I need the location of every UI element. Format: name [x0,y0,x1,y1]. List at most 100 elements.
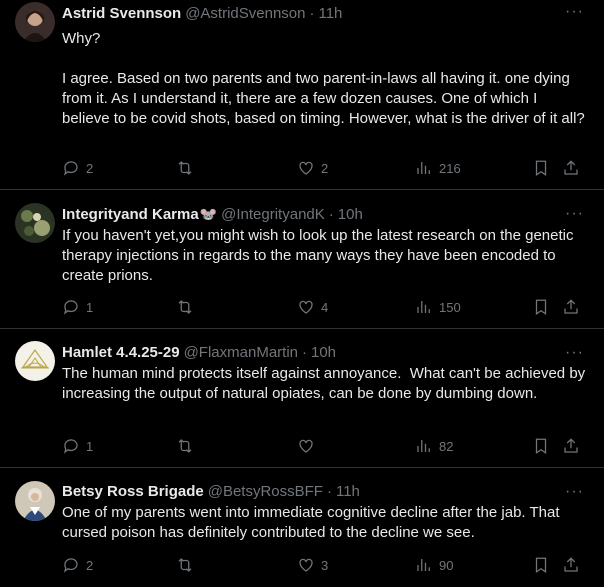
tweet[interactable]: ··· Integrityand Karma 🐭 @IntegrityandK … [0,190,604,329]
separator: · [328,206,334,223]
share-icon [564,438,578,453]
views-count: 90 [439,557,454,573]
retweet-icon [178,439,192,453]
tweet-header: Betsy Ross Brigade @BetsyRossBFF · 11h [62,468,588,502]
reply-feed: ··· Astrid Svennson @AstridSvennson · 11… [0,0,604,587]
timestamp[interactable]: 11h [318,4,342,24]
reply-count: 1 [86,438,94,454]
tweet-header: Integrityand Karma 🐭 @IntegrityandK · 10… [62,190,588,225]
avatar[interactable] [15,341,55,381]
tweet[interactable]: ··· Betsy Ross Brigade @BetsyRossBFF · 1… [0,468,604,587]
retweet-button[interactable] [176,437,194,455]
like-icon [299,439,313,453]
reply-count: 2 [86,557,94,573]
share-button[interactable] [562,159,580,177]
more-icon[interactable]: ··· [565,484,584,500]
user-handle[interactable]: @BetsyRossBFF [208,482,323,502]
share-button[interactable] [562,437,580,455]
bookmark-icon [535,160,547,176]
more-icon[interactable]: ··· [565,345,584,361]
separator: · [302,344,307,361]
retweet-icon [178,558,192,572]
like-icon [299,161,313,175]
views-icon [417,301,430,313]
display-name[interactable]: Integrityand Karma [62,205,199,225]
retweet-button[interactable] [176,159,194,177]
separator: · [326,483,332,500]
reply-icon [63,300,78,315]
reply-button[interactable]: 1 [62,298,93,316]
reply-icon [63,558,78,573]
like-button[interactable] [297,437,321,455]
display-name[interactable]: Astrid Svennson [62,4,181,24]
reply-count: 2 [86,160,94,176]
separator: · [309,5,315,22]
tweet[interactable]: ··· Hamlet 4.4.25-29 @FlaxmanMartin · 10… [0,329,604,468]
timestamp[interactable]: 10h [311,343,336,363]
like-icon [299,558,313,572]
retweet-button[interactable] [176,298,194,316]
bookmark-icon [535,438,547,454]
tweet-text: Why? I agree. Based on two parents and t… [62,30,585,127]
reply-button[interactable]: 2 [62,159,93,177]
reply-count: 1 [86,299,94,315]
retweet-button[interactable] [176,556,194,574]
retweet-icon [178,300,192,314]
views-button[interactable]: 216 [415,159,461,177]
bookmark-button[interactable] [532,556,550,574]
tweet-text: One of my parents went into immediate co… [62,504,564,541]
action-bar: 2 3 90 [62,555,592,575]
user-handle[interactable]: @IntegrityandK [221,205,325,225]
bookmark-button[interactable] [532,298,550,316]
avatar[interactable] [15,2,55,42]
bookmark-icon [535,299,547,315]
bookmark-button[interactable] [532,159,550,177]
reply-button[interactable]: 1 [62,437,93,455]
display-name[interactable]: Hamlet 4.4.25-29 [62,343,180,363]
like-button[interactable]: 4 [297,298,328,316]
like-count: 2 [321,160,329,176]
more-icon[interactable]: ··· [565,206,584,222]
avatar[interactable] [15,203,55,243]
share-button[interactable] [562,556,580,574]
more-icon[interactable]: ··· [565,4,584,20]
views-button[interactable]: 82 [415,437,453,455]
like-count: 3 [321,557,329,573]
views-count: 150 [439,299,461,315]
like-icon [299,300,313,314]
user-handle[interactable]: @AstridSvennson [185,4,305,24]
views-icon [417,440,430,452]
tweet-header: Astrid Svennson @AstridSvennson · 11h [62,0,588,24]
user-handle[interactable]: @FlaxmanMartin [184,343,298,363]
views-button[interactable]: 150 [415,298,461,316]
avatar[interactable] [15,481,55,521]
timestamp[interactable]: 10h [338,205,363,225]
views-button[interactable]: 90 [415,556,453,574]
share-button[interactable] [562,298,580,316]
mouse-emoji: 🐭 [199,206,218,222]
tweet-text: If you haven't yet,you might wish to loo… [62,227,578,284]
share-icon [564,160,578,175]
action-bar: 1 4 150 [62,297,592,317]
like-count: 4 [321,299,329,315]
tweet-header: Hamlet 4.4.25-29 @FlaxmanMartin · 10h [62,329,588,363]
reply-icon [63,439,78,454]
reply-button[interactable]: 2 [62,556,93,574]
views-icon [417,162,430,174]
share-icon [564,299,578,314]
retweet-icon [178,161,192,175]
action-bar: 1 82 [62,436,592,456]
views-count: 216 [439,160,461,176]
like-button[interactable]: 3 [297,556,328,574]
share-icon [564,557,578,572]
display-name[interactable]: Betsy Ross Brigade [62,482,204,502]
tweet[interactable]: ··· Astrid Svennson @AstridSvennson · 11… [0,0,604,190]
bookmark-button[interactable] [532,437,550,455]
reply-icon [63,161,78,176]
timestamp[interactable]: 11h [336,482,360,502]
views-count: 82 [439,438,454,454]
bookmark-icon [535,557,547,573]
action-bar: 2 2 216 [62,158,592,178]
like-button[interactable]: 2 [297,159,328,177]
views-icon [417,559,430,571]
